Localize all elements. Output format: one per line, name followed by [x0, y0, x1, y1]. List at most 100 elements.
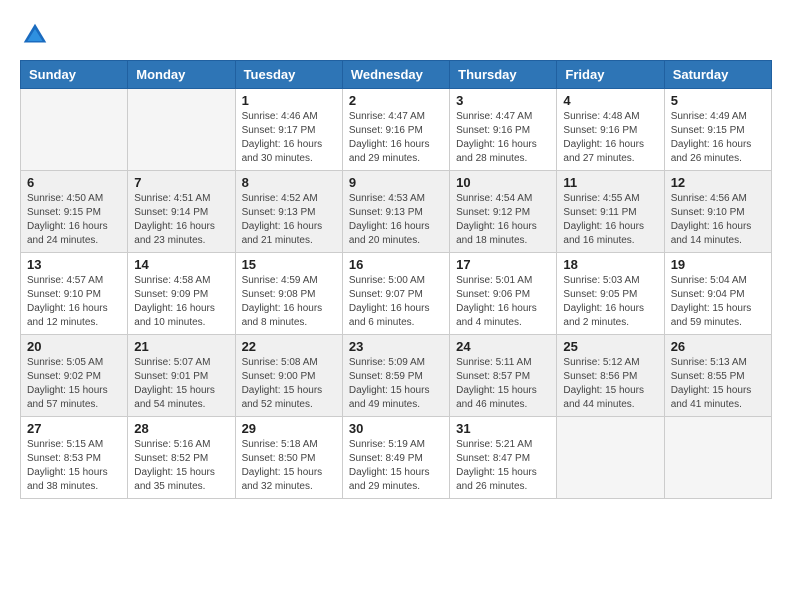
calendar-cell: 23 Sunrise: 5:09 AM Sunset: 8:59 PM Dayli…	[342, 335, 449, 417]
calendar-cell	[21, 89, 128, 171]
calendar-cell: 5 Sunrise: 4:49 AM Sunset: 9:15 PM Daylig…	[664, 89, 771, 171]
calendar-cell: 21 Sunrise: 5:07 AM Sunset: 9:01 PM Dayli…	[128, 335, 235, 417]
calendar-cell: 29 Sunrise: 5:18 AM Sunset: 8:50 PM Dayli…	[235, 417, 342, 499]
day-info: Sunrise: 5:01 AM Sunset: 9:06 PM Dayligh…	[456, 274, 550, 330]
calendar-cell: 20 Sunrise: 5:05 AM Sunset: 9:02 PM Dayli…	[21, 335, 128, 417]
day-info: Sunrise: 4:59 AM Sunset: 9:08 PM Dayligh…	[242, 274, 336, 330]
weekday-header-monday: Monday	[128, 61, 235, 89]
day-info: Sunrise: 5:11 AM Sunset: 8:57 PM Dayligh…	[456, 356, 550, 412]
calendar-cell: 13 Sunrise: 4:57 AM Sunset: 9:10 PM Dayli…	[21, 253, 128, 335]
weekday-header-thursday: Thursday	[450, 61, 557, 89]
day-info: Sunrise: 5:13 AM Sunset: 8:55 PM Dayligh…	[671, 356, 765, 412]
day-info: Sunrise: 4:47 AM Sunset: 9:16 PM Dayligh…	[456, 110, 550, 166]
day-number: 18	[563, 257, 657, 272]
calendar-cell: 9 Sunrise: 4:53 AM Sunset: 9:13 PM Daylig…	[342, 171, 449, 253]
calendar-cell	[664, 417, 771, 499]
calendar-cell: 11Sunrise: 4:55 AM Sunset: 9:11 PM Dayli…	[557, 171, 664, 253]
day-number: 24	[456, 339, 550, 354]
day-number: 23	[349, 339, 443, 354]
logo-icon	[20, 20, 50, 50]
calendar-cell: 19Sunrise: 5:04 AM Sunset: 9:04 PM Dayli…	[664, 253, 771, 335]
day-number: 5	[671, 93, 765, 108]
day-info: Sunrise: 5:07 AM Sunset: 9:01 PM Dayligh…	[134, 356, 228, 412]
day-info: Sunrise: 4:47 AM Sunset: 9:16 PM Dayligh…	[349, 110, 443, 166]
day-number: 14	[134, 257, 228, 272]
calendar-cell: 17Sunrise: 5:01 AM Sunset: 9:06 PM Dayli…	[450, 253, 557, 335]
calendar-cell: 7 Sunrise: 4:51 AM Sunset: 9:14 PM Daylig…	[128, 171, 235, 253]
day-info: Sunrise: 4:46 AM Sunset: 9:17 PM Dayligh…	[242, 110, 336, 166]
calendar-cell: 16 Sunrise: 5:00 AM Sunset: 9:07 PM Dayli…	[342, 253, 449, 335]
day-info: Sunrise: 4:51 AM Sunset: 9:14 PM Dayligh…	[134, 192, 228, 248]
day-number: 26	[671, 339, 765, 354]
calendar-cell: 30 Sunrise: 5:19 AM Sunset: 8:49 PM Dayli…	[342, 417, 449, 499]
day-info: Sunrise: 5:12 AM Sunset: 8:56 PM Dayligh…	[563, 356, 657, 412]
day-number: 25	[563, 339, 657, 354]
day-number: 28	[134, 421, 228, 436]
calendar-cell: 3Sunrise: 4:47 AM Sunset: 9:16 PM Daylig…	[450, 89, 557, 171]
calendar-cell	[557, 417, 664, 499]
day-info: Sunrise: 5:18 AM Sunset: 8:50 PM Dayligh…	[242, 438, 336, 494]
calendar-cell: 24 Sunrise: 5:11 AM Sunset: 8:57 PM Dayli…	[450, 335, 557, 417]
calendar-cell: 18 Sunrise: 5:03 AM Sunset: 9:05 PM Dayli…	[557, 253, 664, 335]
day-number: 9	[349, 175, 443, 190]
calendar-week-3: 13 Sunrise: 4:57 AM Sunset: 9:10 PM Dayli…	[21, 253, 772, 335]
calendar-cell: 6Sunrise: 4:50 AM Sunset: 9:15 PM Daylig…	[21, 171, 128, 253]
calendar-cell: 28 Sunrise: 5:16 AM Sunset: 8:52 PM Dayli…	[128, 417, 235, 499]
calendar: SundayMondayTuesdayWednesdayThursdayFrid…	[20, 60, 772, 499]
weekday-header-saturday: Saturday	[664, 61, 771, 89]
day-info: Sunrise: 5:16 AM Sunset: 8:52 PM Dayligh…	[134, 438, 228, 494]
day-number: 15	[242, 257, 336, 272]
day-number: 30	[349, 421, 443, 436]
day-info: Sunrise: 4:57 AM Sunset: 9:10 PM Dayligh…	[27, 274, 121, 330]
day-info: Sunrise: 5:19 AM Sunset: 8:49 PM Dayligh…	[349, 438, 443, 494]
calendar-cell: 26 Sunrise: 5:13 AM Sunset: 8:55 PM Dayli…	[664, 335, 771, 417]
day-info: Sunrise: 4:48 AM Sunset: 9:16 PM Dayligh…	[563, 110, 657, 166]
day-number: 11	[563, 175, 657, 190]
day-number: 16	[349, 257, 443, 272]
weekday-header-wednesday: Wednesday	[342, 61, 449, 89]
day-number: 2	[349, 93, 443, 108]
day-info: Sunrise: 4:54 AM Sunset: 9:12 PM Dayligh…	[456, 192, 550, 248]
day-number: 31	[456, 421, 550, 436]
day-info: Sunrise: 4:53 AM Sunset: 9:13 PM Dayligh…	[349, 192, 443, 248]
day-number: 7	[134, 175, 228, 190]
calendar-cell	[128, 89, 235, 171]
day-number: 29	[242, 421, 336, 436]
calendar-cell: 25 Sunrise: 5:12 AM Sunset: 8:56 PM Dayli…	[557, 335, 664, 417]
day-number: 22	[242, 339, 336, 354]
day-number: 21	[134, 339, 228, 354]
calendar-cell: 22 Sunrise: 5:08 AM Sunset: 9:00 PM Dayli…	[235, 335, 342, 417]
weekday-header-row: SundayMondayTuesdayWednesdayThursdayFrid…	[21, 61, 772, 89]
day-info: Sunrise: 4:58 AM Sunset: 9:09 PM Dayligh…	[134, 274, 228, 330]
day-number: 1	[242, 93, 336, 108]
day-number: 27	[27, 421, 121, 436]
calendar-cell: 15 Sunrise: 4:59 AM Sunset: 9:08 PM Dayli…	[235, 253, 342, 335]
day-info: Sunrise: 5:05 AM Sunset: 9:02 PM Dayligh…	[27, 356, 121, 412]
calendar-cell: 27 Sunrise: 5:15 AM Sunset: 8:53 PM Dayli…	[21, 417, 128, 499]
calendar-cell: 12Sunrise: 4:56 AM Sunset: 9:10 PM Dayli…	[664, 171, 771, 253]
calendar-cell: 4Sunrise: 4:48 AM Sunset: 9:16 PM Daylig…	[557, 89, 664, 171]
calendar-cell: 10 Sunrise: 4:54 AM Sunset: 9:12 PM Dayli…	[450, 171, 557, 253]
day-number: 10	[456, 175, 550, 190]
day-info: Sunrise: 4:52 AM Sunset: 9:13 PM Dayligh…	[242, 192, 336, 248]
page-header	[20, 20, 772, 50]
calendar-cell: 2 Sunrise: 4:47 AM Sunset: 9:16 PM Daylig…	[342, 89, 449, 171]
day-number: 13	[27, 257, 121, 272]
day-info: Sunrise: 5:15 AM Sunset: 8:53 PM Dayligh…	[27, 438, 121, 494]
weekday-header-tuesday: Tuesday	[235, 61, 342, 89]
day-number: 12	[671, 175, 765, 190]
calendar-cell: 31Sunrise: 5:21 AM Sunset: 8:47 PM Dayli…	[450, 417, 557, 499]
day-info: Sunrise: 5:03 AM Sunset: 9:05 PM Dayligh…	[563, 274, 657, 330]
calendar-week-1: 1 Sunrise: 4:46 AM Sunset: 9:17 PM Daylig…	[21, 89, 772, 171]
day-info: Sunrise: 4:49 AM Sunset: 9:15 PM Dayligh…	[671, 110, 765, 166]
day-info: Sunrise: 5:04 AM Sunset: 9:04 PM Dayligh…	[671, 274, 765, 330]
day-info: Sunrise: 5:00 AM Sunset: 9:07 PM Dayligh…	[349, 274, 443, 330]
day-info: Sunrise: 5:08 AM Sunset: 9:00 PM Dayligh…	[242, 356, 336, 412]
calendar-cell: 14 Sunrise: 4:58 AM Sunset: 9:09 PM Dayli…	[128, 253, 235, 335]
day-info: Sunrise: 5:09 AM Sunset: 8:59 PM Dayligh…	[349, 356, 443, 412]
logo	[20, 20, 54, 50]
calendar-week-5: 27 Sunrise: 5:15 AM Sunset: 8:53 PM Dayli…	[21, 417, 772, 499]
day-number: 6	[27, 175, 121, 190]
weekday-header-friday: Friday	[557, 61, 664, 89]
day-number: 20	[27, 339, 121, 354]
